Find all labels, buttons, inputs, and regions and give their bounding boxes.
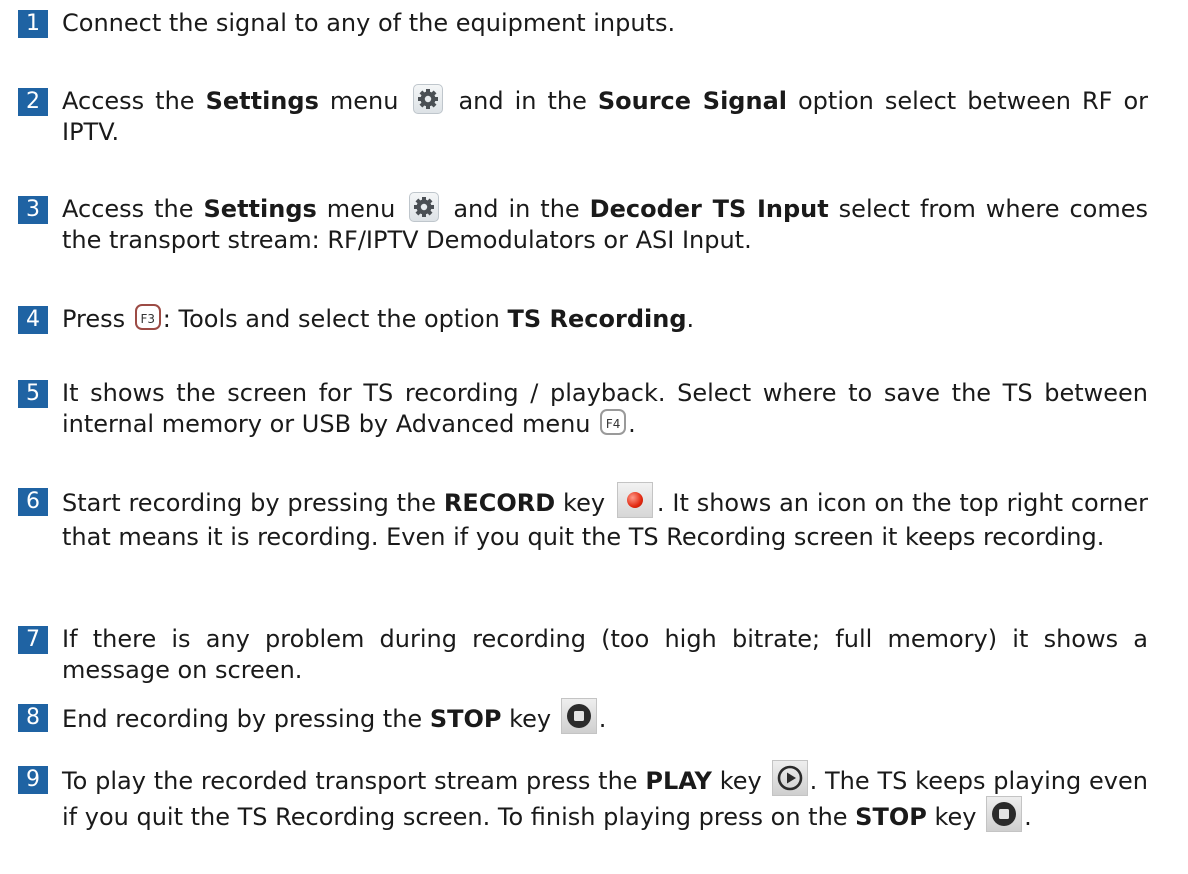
step-text: Start recording by pressing the RECORD k… bbox=[62, 482, 1148, 553]
step-7: 7 If there is any problem during recordi… bbox=[18, 624, 1148, 686]
step-8: 8 End recording by pressing the STOP key… bbox=[18, 698, 1148, 738]
step-2: 2 Access the Settings menu and in the So… bbox=[18, 84, 1148, 148]
step-4: 4 Press F3: Tools and select the option … bbox=[18, 304, 1148, 335]
step-6: 6 Start recording by pressing the RECORD… bbox=[18, 482, 1148, 553]
step-text: If there is any problem during recording… bbox=[62, 625, 1148, 684]
record-key-icon bbox=[616, 482, 653, 518]
step-text: End recording by pressing the STOP key . bbox=[62, 698, 1148, 738]
step-number: 6 bbox=[18, 488, 48, 516]
step-number: 4 bbox=[18, 306, 48, 334]
stop-key-icon bbox=[560, 698, 597, 734]
play-key-icon bbox=[771, 760, 808, 796]
gear-icon bbox=[409, 192, 440, 222]
step-9: 9 To play the recorded transport stream … bbox=[18, 760, 1148, 836]
step-text: Access the Settings menu and in the Deco… bbox=[62, 192, 1148, 256]
step-number: 2 bbox=[18, 88, 48, 116]
gear-icon bbox=[413, 84, 444, 114]
step-number: 9 bbox=[18, 766, 48, 794]
step-number: 8 bbox=[18, 704, 48, 732]
step-text: To play the recorded transport stream pr… bbox=[62, 760, 1148, 836]
step-number: 3 bbox=[18, 196, 48, 224]
step-number: 1 bbox=[18, 10, 48, 38]
step-text: Press F3: Tools and select the option TS… bbox=[62, 304, 695, 333]
step-5: 5 It shows the screen for TS recording /… bbox=[18, 378, 1148, 440]
f3-key-icon: F3 bbox=[134, 304, 161, 330]
step-3: 3 Access the Settings menu and in the De… bbox=[18, 192, 1148, 256]
step-number: 5 bbox=[18, 380, 48, 408]
step-text: Access the Settings menu and in the Sour… bbox=[62, 84, 1148, 148]
f4-key-icon: F4 bbox=[600, 409, 627, 435]
stop-key-icon bbox=[986, 796, 1023, 832]
step-number: 7 bbox=[18, 626, 48, 654]
step-text: It shows the screen for TS recording / p… bbox=[62, 379, 1148, 438]
step-1: 1 Connect the signal to any of the equip… bbox=[18, 8, 1148, 39]
step-text: Connect the signal to any of the equipme… bbox=[62, 9, 676, 37]
